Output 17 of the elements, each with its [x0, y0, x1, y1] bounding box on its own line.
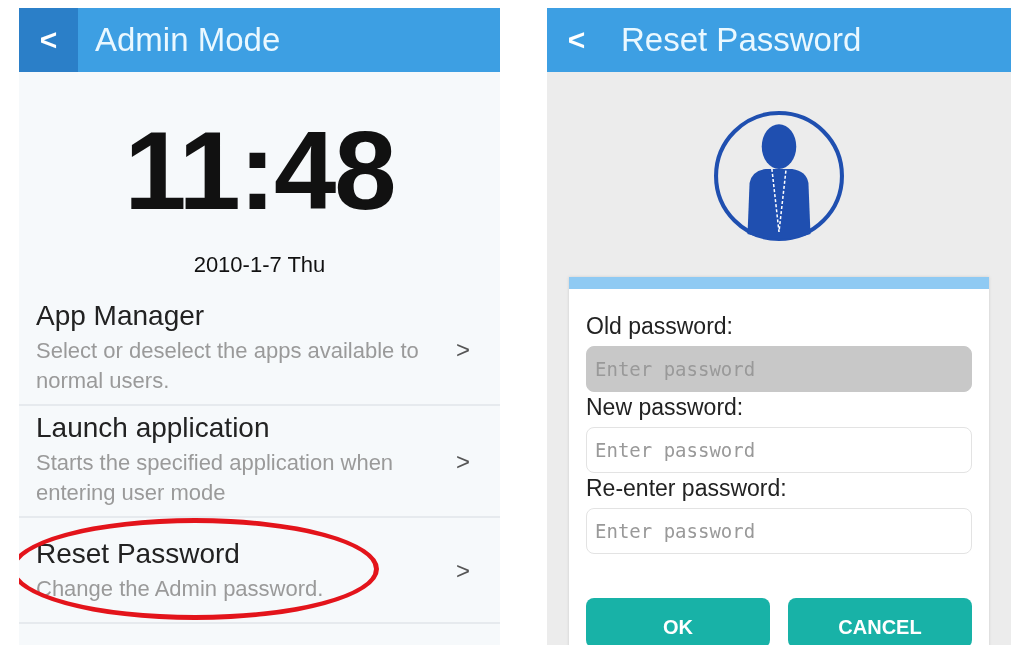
field-label: New password: — [586, 394, 745, 421]
date-text: 2010-1-7 Thu — [192, 252, 327, 278]
user-avatar-icon — [713, 110, 845, 242]
back-button[interactable]: < — [19, 8, 78, 72]
menu-item[interactable]: Launch application Starts the specified application when entering user mode > — [19, 406, 500, 518]
screen-title: Reset Password — [620, 21, 862, 59]
dialog-button[interactable]: CANCEL — [788, 598, 972, 645]
field-label: Old password: — [586, 313, 734, 340]
dialog-button[interactable]: OK — [586, 598, 770, 645]
password-field[interactable]: Enter password — [586, 508, 972, 554]
field-label: Re-enter password: — [586, 475, 788, 502]
menu-item[interactable]: App Manager Select or deselect the apps available to normal users. > — [19, 294, 500, 406]
password-field[interactable]: Enter password — [586, 427, 972, 473]
screen-title: Admin Mode — [94, 21, 281, 59]
clock-time: 11:48 — [123, 112, 396, 230]
menu-item[interactable]: Reset Password Change the Admin password. > — [19, 518, 500, 624]
back-button[interactable]: < — [547, 8, 606, 72]
